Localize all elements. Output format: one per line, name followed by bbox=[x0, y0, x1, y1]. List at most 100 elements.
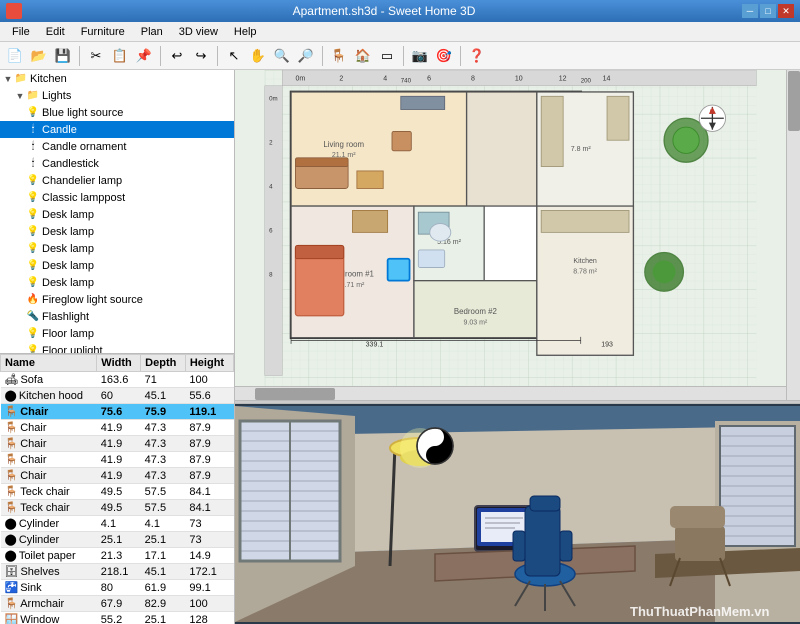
desk-lamp-icon-3: 💡 bbox=[26, 242, 40, 256]
cell-depth: 57.5 bbox=[141, 484, 186, 500]
floorplan-canvas: 0m 2 4 6 8 10 12 14 0m 2 4 6 8 740 20 bbox=[235, 70, 786, 386]
tb-cut[interactable]: ✂ bbox=[85, 45, 107, 67]
candle-icon: 🕯 bbox=[26, 123, 40, 137]
menu-furniture[interactable]: Furniture bbox=[73, 24, 133, 40]
tb-redo[interactable]: ↪ bbox=[190, 45, 212, 67]
tree-chandelier[interactable]: 💡 Chandelier lamp bbox=[0, 172, 234, 189]
cell-depth: 47.3 bbox=[141, 420, 186, 436]
tree-floor-lamp[interactable]: 💡 Floor lamp bbox=[0, 325, 234, 342]
svg-text:9.03 m²: 9.03 m² bbox=[463, 320, 487, 327]
tb-zoom-out[interactable]: 🔎 bbox=[295, 45, 317, 67]
tree-lamppost[interactable]: 💡 Classic lamppost bbox=[0, 189, 234, 206]
menu-help[interactable]: Help bbox=[226, 24, 265, 40]
expand-kitchen: ▼ bbox=[2, 73, 14, 85]
svg-text:193: 193 bbox=[601, 342, 613, 349]
cell-depth: 45.1 bbox=[141, 564, 186, 580]
table-row[interactable]: 🪑Chair41.947.387.9 bbox=[1, 420, 234, 436]
tree-desk-lamp-5[interactable]: 💡 Desk lamp bbox=[0, 274, 234, 291]
col-depth[interactable]: Depth bbox=[141, 355, 186, 372]
tb-add-furniture[interactable]: 🪑 bbox=[328, 45, 350, 67]
tree-desk-lamp-3[interactable]: 💡 Desk lamp bbox=[0, 240, 234, 257]
menu-3dview[interactable]: 3D view bbox=[171, 24, 226, 40]
tb-paste[interactable]: 📌 bbox=[133, 45, 155, 67]
cell-height: 100 bbox=[185, 596, 233, 612]
cell-width: 49.5 bbox=[97, 500, 141, 516]
tb-copy[interactable]: 📋 bbox=[109, 45, 131, 67]
titlebar: Apartment.sh3d - Sweet Home 3D ─ □ ✕ bbox=[0, 0, 800, 22]
cell-name: 🪑Chair bbox=[1, 468, 97, 484]
tree-blue-light[interactable]: 💡 Blue light source bbox=[0, 104, 234, 121]
tb-new[interactable]: 📄 bbox=[4, 45, 26, 67]
tree-floor-uplight[interactable]: 💡 Floor uplight bbox=[0, 342, 234, 354]
svg-text:12: 12 bbox=[559, 76, 567, 83]
table-row[interactable]: 🪑Chair75.675.9119.1 bbox=[1, 404, 234, 420]
tb-camera[interactable]: 📷 bbox=[409, 45, 431, 67]
table-row[interactable]: 🚰Sink8061.999.1 bbox=[1, 580, 234, 596]
tb-save[interactable]: 💾 bbox=[52, 45, 74, 67]
col-height[interactable]: Height bbox=[185, 355, 233, 372]
cell-width: 75.6 bbox=[97, 404, 141, 420]
cell-name: 🪑Chair bbox=[1, 420, 97, 436]
tb-undo[interactable]: ↩ bbox=[166, 45, 188, 67]
table-row[interactable]: ⬤Kitchen hood6045.155.6 bbox=[1, 388, 234, 404]
tb-select[interactable]: ↖ bbox=[223, 45, 245, 67]
col-width[interactable]: Width bbox=[97, 355, 141, 372]
menu-edit[interactable]: Edit bbox=[38, 24, 73, 40]
tb-top-camera[interactable]: 🎯 bbox=[433, 45, 455, 67]
cell-name: 🪑Chair bbox=[1, 436, 97, 452]
menu-plan[interactable]: Plan bbox=[133, 24, 171, 40]
table-row[interactable]: 🪑Teck chair49.557.584.1 bbox=[1, 500, 234, 516]
minimize-button[interactable]: ─ bbox=[742, 4, 758, 18]
floorplan-vscrollbar[interactable] bbox=[786, 70, 800, 400]
chandelier-icon: 💡 bbox=[26, 174, 40, 188]
tree-desk-lamp-2[interactable]: 💡 Desk lamp bbox=[0, 223, 234, 240]
tb-open[interactable]: 📂 bbox=[28, 45, 50, 67]
floorplan-view[interactable]: 0m 2 4 6 8 10 12 14 0m 2 4 6 8 740 20 bbox=[235, 70, 800, 400]
app-icon bbox=[6, 3, 22, 19]
furniture-table[interactable]: Name Width Depth Height 🛋Sofa163.671100⬤… bbox=[0, 354, 234, 624]
svg-text:0m: 0m bbox=[269, 96, 278, 103]
table-row[interactable]: 🪑Teck chair49.557.584.1 bbox=[1, 484, 234, 500]
table-row[interactable]: 🗄Shelves218.145.1172.1 bbox=[1, 564, 234, 580]
svg-text:Kitchen: Kitchen bbox=[573, 258, 596, 265]
tree-fireglow[interactable]: 🔥 Fireglow light source bbox=[0, 291, 234, 308]
maximize-button[interactable]: □ bbox=[760, 4, 776, 18]
tree-lights[interactable]: ▼ 📁 Lights bbox=[0, 87, 234, 104]
table-row[interactable]: 🪑Armchair67.982.9100 bbox=[1, 596, 234, 612]
tree-flashlight[interactable]: 🔦 Flashlight bbox=[0, 308, 234, 325]
tree-kitchen[interactable]: ▼ 📁 Kitchen bbox=[0, 70, 234, 87]
floorplan-hscrollbar[interactable] bbox=[235, 386, 786, 400]
cell-depth: 82.9 bbox=[141, 596, 186, 612]
table-row[interactable]: 🪑Chair41.947.387.9 bbox=[1, 468, 234, 484]
desk-lamp-icon-5: 💡 bbox=[26, 276, 40, 290]
close-button[interactable]: ✕ bbox=[778, 4, 794, 18]
expand-lights: ▼ bbox=[14, 90, 26, 102]
menubar: File Edit Furniture Plan 3D view Help bbox=[0, 22, 800, 42]
cell-width: 80 bbox=[97, 580, 141, 596]
menu-file[interactable]: File bbox=[4, 24, 38, 40]
cell-width: 60 bbox=[97, 388, 141, 404]
tb-help[interactable]: ❓ bbox=[466, 45, 488, 67]
tree-candlestick[interactable]: 🕯 Candlestick bbox=[0, 155, 234, 172]
table-row[interactable]: ⬤Toilet paper21.317.114.9 bbox=[1, 548, 234, 564]
table-row[interactable]: ⬤Cylinder25.125.173 bbox=[1, 532, 234, 548]
cell-depth: 25.1 bbox=[141, 532, 186, 548]
tb-add-room[interactable]: 🏠 bbox=[352, 45, 374, 67]
tree-desk-lamp-4[interactable]: 💡 Desk lamp bbox=[0, 257, 234, 274]
flashlight-icon: 🔦 bbox=[26, 310, 40, 324]
table-row[interactable]: 🪑Chair41.947.387.9 bbox=[1, 436, 234, 452]
col-name[interactable]: Name bbox=[1, 355, 97, 372]
table-row[interactable]: ⬤Cylinder4.14.173 bbox=[1, 516, 234, 532]
cell-depth: 75.9 bbox=[141, 404, 186, 420]
tb-zoom-in[interactable]: 🔍 bbox=[271, 45, 293, 67]
furniture-tree[interactable]: ▼ 📁 Kitchen ▼ 📁 Lights 💡 Blue light sour… bbox=[0, 70, 234, 354]
tb-add-wall[interactable]: ▭ bbox=[376, 45, 398, 67]
tree-desk-lamp-1[interactable]: 💡 Desk lamp bbox=[0, 206, 234, 223]
table-row[interactable]: 🛋Sofa163.671100 bbox=[1, 372, 234, 388]
table-row[interactable]: 🪟Window55.225.1128 bbox=[1, 612, 234, 624]
table-row[interactable]: 🪑Chair41.947.387.9 bbox=[1, 452, 234, 468]
right-area: 0m 2 4 6 8 10 12 14 0m 2 4 6 8 740 20 bbox=[235, 70, 800, 624]
tree-candle[interactable]: 🕯 Candle bbox=[0, 121, 234, 138]
tree-candle-ornament[interactable]: 🕯 Candle ornament bbox=[0, 138, 234, 155]
tb-pan[interactable]: ✋ bbox=[247, 45, 269, 67]
